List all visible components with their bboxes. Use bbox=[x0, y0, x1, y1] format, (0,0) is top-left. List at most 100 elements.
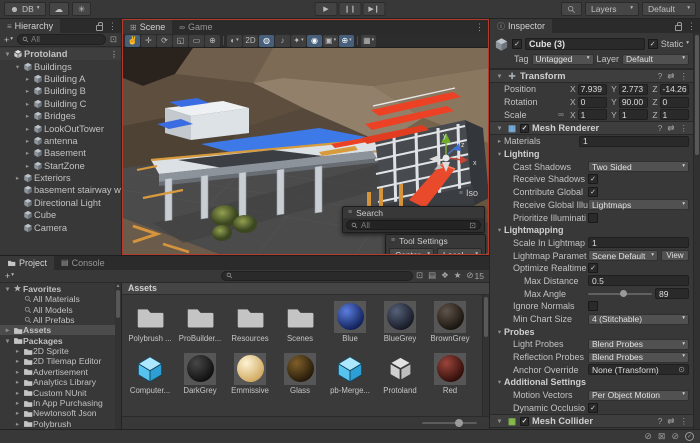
x-field[interactable]: 7.939 bbox=[578, 84, 607, 95]
hierarchy-item[interactable]: ▸ Basement ⋮ bbox=[0, 147, 121, 159]
foldout-arrow[interactable]: ▾ bbox=[495, 226, 504, 234]
hierarchy-item[interactable]: ▸ Building A ⋮ bbox=[0, 73, 121, 85]
foldout-arrow[interactable]: ▸ bbox=[495, 137, 504, 145]
asset-item[interactable]: Glass bbox=[278, 353, 322, 395]
tab-scene[interactable]: ⊞ Scene bbox=[123, 20, 172, 34]
slider-value-field[interactable]: 89 bbox=[655, 288, 689, 299]
asset-breadcrumb[interactable]: Assets bbox=[122, 283, 489, 295]
item-menu-icon[interactable]: ⋮ bbox=[110, 50, 121, 59]
section-header[interactable]: ▾ Additional Settings bbox=[490, 376, 693, 389]
slider-track[interactable] bbox=[588, 293, 652, 295]
checkbox-checked[interactable]: ✓ bbox=[588, 263, 598, 273]
foldout-arrow[interactable]: ▸ bbox=[23, 137, 32, 145]
hierarchy-item[interactable]: ▸ antenna ⋮ bbox=[0, 135, 121, 147]
pause-button[interactable]: ❙❙ bbox=[339, 2, 362, 16]
favorites-filter-icon[interactable]: ★ bbox=[454, 270, 462, 281]
rect-tool[interactable]: ▭ ▾ bbox=[189, 35, 204, 47]
section-header[interactable]: ▾ Lightmapping bbox=[490, 224, 693, 237]
dropdown[interactable]: Two Sided ▾ bbox=[588, 161, 689, 172]
object-reference-field[interactable]: None (Transform) ⊙ bbox=[588, 364, 689, 375]
orientation-gizmo[interactable]: y z x bbox=[430, 132, 482, 196]
x-field[interactable]: 1 bbox=[578, 109, 607, 120]
project-tree-item[interactable]: ▸ ★ Assets bbox=[0, 325, 121, 335]
section-header[interactable]: ▾ Lighting bbox=[490, 148, 693, 161]
foldout-arrow[interactable]: ▸ bbox=[23, 87, 32, 95]
component-enabled-checkbox[interactable]: ✓ bbox=[520, 417, 529, 426]
create-object-dropdown[interactable]: + ▾ bbox=[2, 34, 15, 45]
asset-item[interactable]: pb-Merge... bbox=[328, 353, 372, 395]
move-tool[interactable]: ✛ ▾ bbox=[141, 35, 156, 47]
foldout-arrow[interactable]: ▸ bbox=[13, 174, 22, 182]
gizmos-dropdown[interactable]: ⊕ ▾ bbox=[339, 35, 354, 47]
foldout-arrow[interactable]: ▸ bbox=[23, 112, 32, 120]
lighting-toggle[interactable]: ◍ ▾ bbox=[259, 35, 274, 47]
transform-tool[interactable]: ⊕ ▾ bbox=[205, 35, 220, 47]
z-field[interactable]: 1 bbox=[660, 109, 689, 120]
static-checkbox[interactable]: ✓ bbox=[648, 39, 658, 49]
foldout-arrow[interactable]: ▸ bbox=[3, 326, 12, 334]
project-tree-item[interactable]: ▸ ★ In App Purchasing bbox=[0, 398, 121, 408]
search-filter-icon[interactable]: ⊡ bbox=[108, 34, 119, 45]
foldout-arrow[interactable]: ▾ bbox=[495, 72, 504, 80]
hierarchy-item[interactable]: Cube ⋮ bbox=[0, 209, 121, 221]
hierarchy-item[interactable]: Directional Light ⋮ bbox=[0, 197, 121, 209]
tab-hierarchy[interactable]: ≡ Hierarchy bbox=[0, 19, 60, 33]
foldout-arrow[interactable]: ▸ bbox=[13, 399, 22, 407]
hierarchy-item[interactable]: ▸ Building B ⋮ bbox=[0, 85, 121, 97]
hierarchy-item[interactable]: basement stairway w ⋮ bbox=[0, 184, 121, 196]
foldout-arrow[interactable]: ▾ bbox=[495, 124, 504, 132]
shading-mode-dropdown[interactable]: ◐ ▾ bbox=[227, 35, 242, 47]
project-tree-item[interactable]: ▸ ★ Newtonsoft Json bbox=[0, 408, 121, 418]
value-field[interactable]: 1 bbox=[579, 136, 689, 147]
y-field[interactable]: 2.773 bbox=[619, 84, 648, 95]
y-field[interactable]: 90.00 bbox=[619, 97, 648, 108]
project-tree-item[interactable]: ▾ ★ Packages bbox=[0, 335, 121, 345]
asset-item[interactable]: Computer... bbox=[128, 353, 172, 395]
label-filter-icon[interactable]: ❖ bbox=[441, 270, 449, 281]
project-tree-item[interactable]: ▸ ★ Custom NUnit bbox=[0, 387, 121, 397]
tab-console[interactable]: ▤ Console bbox=[54, 256, 112, 270]
drag-handle-icon[interactable]: ≡ bbox=[391, 237, 395, 244]
foldout-arrow[interactable]: ▸ bbox=[13, 368, 22, 376]
component-menu-icon[interactable]: ⋮ bbox=[680, 123, 689, 134]
checkbox-unchecked[interactable] bbox=[588, 301, 598, 311]
audio-toggle[interactable]: ♪ ▾ bbox=[275, 35, 290, 47]
y-field[interactable]: 1 bbox=[619, 109, 648, 120]
text-field[interactable]: 0.5 bbox=[588, 275, 689, 286]
presets-icon[interactable]: ⇄ bbox=[667, 71, 674, 82]
scene-search-input[interactable]: All ⊡ bbox=[346, 220, 481, 230]
foldout-arrow[interactable]: ▸ bbox=[23, 125, 32, 133]
project-tree-item[interactable]: ★ All Materials bbox=[0, 294, 121, 304]
tab-project[interactable]: Project bbox=[0, 256, 54, 270]
hand-tool[interactable]: ✌ ▾ bbox=[125, 35, 140, 47]
asset-item[interactable]: Red bbox=[428, 353, 472, 395]
foldout-arrow[interactable]: ▾ bbox=[3, 50, 12, 58]
dropdown[interactable]: Blend Probes ▾ bbox=[588, 339, 689, 350]
checkbox-checked[interactable]: ✓ bbox=[588, 187, 598, 197]
foldout-arrow[interactable]: ▸ bbox=[23, 162, 32, 170]
asset-item[interactable]: Blue bbox=[328, 301, 372, 343]
status-ok-icon[interactable]: ✓ bbox=[685, 432, 694, 441]
foldout-arrow[interactable]: ▾ bbox=[3, 337, 12, 345]
packages-visibility-icon[interactable]: ▤ bbox=[428, 270, 436, 281]
gizmo-y-label[interactable]: y bbox=[443, 133, 447, 140]
services-button[interactable]: ✳ bbox=[72, 2, 91, 16]
asset-item[interactable]: Protoland bbox=[378, 353, 422, 395]
component-header[interactable]: ▾ ▦ ✓ Mesh Collider ? ⇄ ⋮ bbox=[490, 414, 693, 428]
foldout-arrow[interactable]: ▾ bbox=[495, 328, 504, 336]
checkbox-checked[interactable]: ✓ bbox=[588, 174, 598, 184]
account-dropdown[interactable]: ☻ DB ▾ bbox=[4, 2, 46, 16]
lock-icon[interactable] bbox=[96, 25, 103, 31]
foldout-arrow[interactable]: ▸ bbox=[23, 100, 32, 108]
project-tree-item[interactable]: ▸ ★ Advertisement bbox=[0, 367, 121, 377]
gizmo-x-label[interactable]: x bbox=[473, 160, 477, 167]
gameobject-cube-icon[interactable] bbox=[494, 37, 509, 52]
foldout-arrow[interactable]: ▸ bbox=[13, 420, 22, 428]
layers-dropdown[interactable]: Layers ▾ bbox=[585, 2, 639, 16]
hierarchy-item[interactable]: Camera ⋮ bbox=[0, 221, 121, 233]
effects-dropdown[interactable]: ✦ ▾ bbox=[291, 35, 306, 47]
tab-game[interactable]: ∞ Game bbox=[172, 20, 219, 34]
asset-item[interactable]: Emmissive bbox=[228, 353, 272, 395]
foldout-arrow[interactable]: ▸ bbox=[13, 357, 22, 365]
asset-item[interactable]: Scenes bbox=[278, 301, 322, 343]
